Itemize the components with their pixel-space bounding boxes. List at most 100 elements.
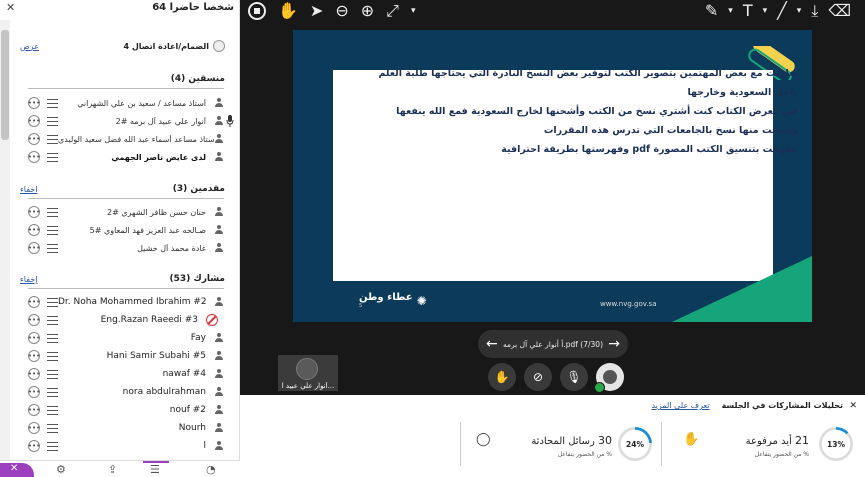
collab-panel-tab[interactable]: ✕	[0, 463, 34, 477]
list-item[interactable]: ••• غادة محمد آل خشيل	[28, 239, 224, 257]
menu-lines-icon[interactable]	[47, 98, 58, 108]
more-options-icon[interactable]: •••	[28, 97, 40, 109]
menu-lines-icon[interactable]	[47, 225, 58, 235]
more-options-icon[interactable]: •••	[28, 440, 40, 452]
list-item[interactable]: ••• Fay	[28, 329, 224, 347]
more-options-icon[interactable]: •••	[28, 368, 40, 380]
list-item[interactable]: ••• أستاذ مساعد / سعيد بن علي الشهراني	[28, 94, 224, 112]
menu-lines-icon[interactable]	[47, 297, 58, 307]
close-icon[interactable]: ✕	[6, 1, 15, 14]
participants-title: إخفاء مشارك (53)	[20, 274, 225, 284]
learn-more-link[interactable]: تعرف على المزيد	[651, 401, 709, 410]
close-icon[interactable]: ✕	[10, 463, 18, 474]
attendees-scrollbar-thumb[interactable]	[1, 30, 9, 140]
stage-toolbar-left: ✋ ➤ ⊖ ⊕ ⤢ ▾	[248, 2, 415, 20]
active-speaker-thumbnail[interactable]: أنوار علي عبيد ا...	[278, 355, 338, 391]
close-icon[interactable]: ✕	[849, 401, 857, 411]
list-item[interactable]: ••• Nourh	[28, 419, 224, 437]
presenters-hide-link[interactable]: اخفاء	[20, 185, 37, 194]
raise-hand-button[interactable]: ✋	[488, 363, 516, 391]
rejoin-view-link[interactable]: عرض	[20, 42, 39, 51]
share-icon[interactable]: ⇪	[108, 463, 117, 476]
more-options-icon[interactable]: •••	[28, 151, 40, 163]
chevron-down-icon[interactable]: ▾	[411, 2, 416, 20]
chevron-down-icon[interactable]: ▾	[763, 2, 768, 20]
more-options-icon[interactable]: •••	[28, 332, 40, 344]
slide-line: داخل السعودية وخارجها	[687, 87, 798, 98]
mic-off-button[interactable]: 🎙	[560, 363, 588, 391]
participant-name: استاذ مساعد أسماء عبد الله فضل سعيد الول…	[58, 134, 214, 144]
fit-screen-icon[interactable]: ⤢	[386, 2, 399, 20]
list-item[interactable]: ••• صـالحه عبد العزيز فهد المعاوي #5	[28, 221, 224, 239]
menu-lines-icon[interactable]	[47, 315, 58, 325]
text-tool-icon[interactable]: T	[743, 2, 753, 20]
more-options-icon[interactable]: •••	[28, 422, 40, 434]
menu-lines-icon[interactable]	[47, 134, 58, 144]
menu-lines-icon[interactable]	[47, 423, 58, 433]
more-options-icon[interactable]: •••	[28, 224, 40, 236]
menu-lines-icon[interactable]	[47, 152, 58, 162]
more-options-icon[interactable]: •••	[28, 115, 40, 127]
my-status-button[interactable]	[594, 363, 624, 393]
list-item[interactable]: ••• Hani Samir Subahi #5	[28, 347, 224, 365]
line-tool-icon[interactable]: ╱	[777, 2, 787, 20]
menu-lines-icon[interactable]	[47, 116, 58, 126]
menu-lines-icon[interactable]	[47, 243, 58, 253]
menu-lines-icon[interactable]	[47, 333, 58, 343]
download-icon[interactable]: ⤓	[811, 2, 818, 20]
raised-hands-card: 13% 21 أيد مرفوعة % من الحضور يتفاعل ✋	[665, 420, 865, 470]
participants-hide-link[interactable]: إخفاء	[20, 275, 37, 284]
next-slide-button[interactable]: →	[608, 336, 620, 352]
participant-name: حنان حسن ظافر الشهري #2	[106, 207, 206, 217]
participant-name: أنوار علي عبيد آل برمه #2	[115, 116, 206, 126]
list-item[interactable]: ••• لدى عايض ناصر الجهمي	[28, 148, 224, 166]
more-options-icon[interactable]: •••	[28, 350, 40, 362]
list-item[interactable]: ••• ا	[28, 437, 224, 455]
rejoin-label: الضمام/اعادة اتصال 4	[123, 41, 209, 51]
list-item[interactable]: ••• nora abdulrahman	[28, 383, 224, 401]
presenters-title: اخفاء مقدمين (3)	[20, 184, 225, 194]
analytics-title: تحليلات المشاركات في الجلسة	[721, 401, 843, 410]
list-item[interactable]: ••• nouf #2	[28, 401, 224, 419]
menu-lines-icon[interactable]	[47, 387, 58, 397]
divider	[28, 198, 224, 199]
menu-lines-icon[interactable]	[47, 405, 58, 415]
file-page-label: أ أنوار علي آل برمه.pdf (7/30)	[502, 339, 603, 349]
chevron-down-icon[interactable]: ▾	[728, 2, 733, 20]
list-item[interactable]: ••• Eng.Razan Raeedi #3	[28, 311, 224, 329]
zoom-out-icon[interactable]: ⊖	[335, 2, 348, 20]
more-options-icon[interactable]: •••	[28, 296, 40, 308]
eraser-icon[interactable]: ⌫	[828, 2, 851, 20]
list-item[interactable]: ••• Dr. Noha Mohammed Ibrahim #2	[28, 293, 224, 311]
more-options-icon[interactable]: •••	[28, 314, 40, 326]
list-item[interactable]: ••• nawaf #4	[28, 365, 224, 383]
panel-footer-toolbar: ⚙ ⇪ ☰ ◔	[0, 460, 240, 477]
help-icon[interactable]: ◔	[206, 463, 216, 476]
more-options-icon[interactable]: •••	[28, 133, 40, 145]
list-item[interactable]: ••• أنوار علي عبيد آل برمه #2	[28, 112, 224, 130]
zoom-in-icon[interactable]: ⊕	[361, 2, 374, 20]
more-options-icon[interactable]: •••	[28, 404, 40, 416]
stop-sharing-button[interactable]	[248, 2, 266, 20]
list-item[interactable]: ••• استاذ مساعد أسماء عبد الله فضل سعيد …	[28, 130, 224, 148]
pointer-icon[interactable]: ➤	[310, 2, 323, 20]
more-options-icon[interactable]: •••	[28, 242, 40, 254]
more-options-icon[interactable]: •••	[28, 206, 40, 218]
presenters-title-text: مقدمين (3)	[172, 184, 225, 194]
rejoin-row: عرض الضمام/اعادة اتصال 4	[20, 40, 225, 52]
hand-pan-icon[interactable]: ✋	[278, 2, 298, 20]
attendees-tab-icon[interactable]: ☰	[150, 463, 160, 476]
settings-icon[interactable]: ⚙	[56, 463, 66, 476]
camera-off-button[interactable]: ⊘	[524, 363, 552, 391]
menu-lines-icon[interactable]	[47, 351, 58, 361]
previous-slide-button[interactable]: ←	[486, 336, 498, 352]
person-icon	[214, 441, 224, 451]
menu-lines-icon[interactable]	[47, 207, 58, 217]
chevron-down-icon[interactable]: ▾	[797, 2, 802, 20]
menu-lines-icon[interactable]	[47, 441, 58, 451]
more-options-icon[interactable]: •••	[28, 386, 40, 398]
menu-lines-icon[interactable]	[47, 369, 58, 379]
list-item[interactable]: ••• حنان حسن ظافر الشهري #2	[28, 203, 224, 221]
raised-hands-percent-ring: 13%	[819, 427, 853, 461]
pen-icon[interactable]: ✎	[705, 2, 718, 20]
